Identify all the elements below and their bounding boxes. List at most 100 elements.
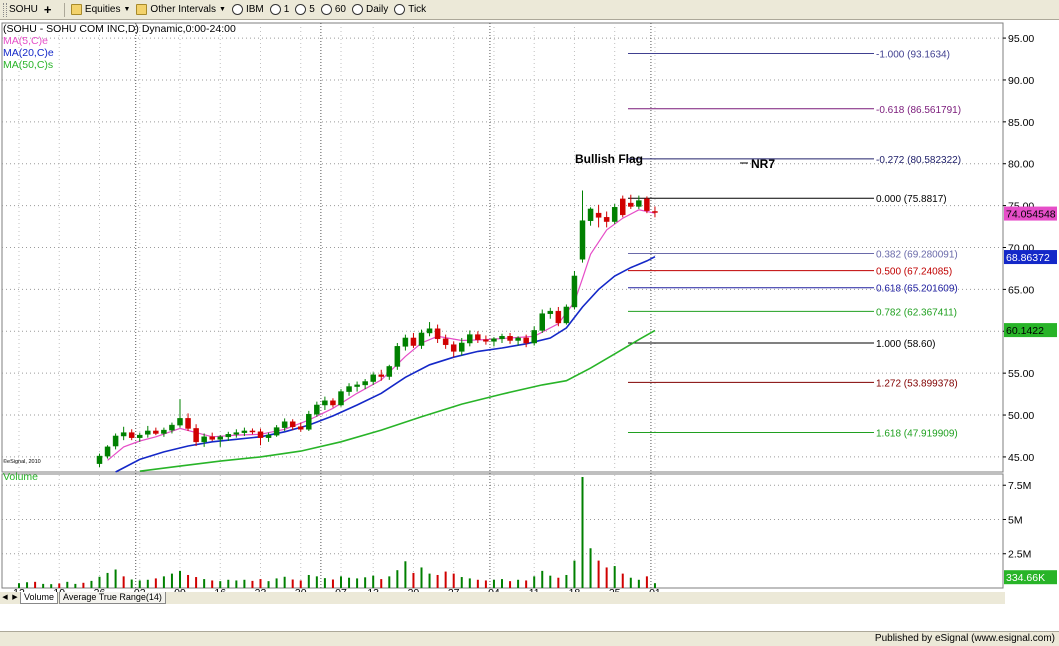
interval-1[interactable]: 1 [267,1,293,19]
interval-1-label: 1 [283,4,290,15]
fib-level-label: 0.500 (67.24085) [876,267,952,278]
price-tag-label: 74.054548 [1006,209,1056,221]
candle-body [507,336,513,341]
interval-tick-label: Tick [408,4,427,15]
other-intervals-menu[interactable]: Other Intervals ▼ [133,1,229,19]
fib-level-label: 0.382 (69.280091) [876,250,958,261]
fib-level-label: 1.272 (53.899378) [876,378,958,389]
candle-body [402,337,409,347]
volume-legend: Volume [3,471,38,483]
candle-body [450,344,457,352]
candle-body [346,386,352,392]
candle-body [386,366,393,377]
interval-5[interactable]: 5 [292,1,318,19]
candle-body [644,198,650,211]
candle-body [491,338,497,342]
symbol-entry[interactable]: SOHU [0,1,41,19]
candle-body [459,342,465,352]
candle-body [153,430,159,434]
candle-body [611,207,618,222]
fib-level-label: 0.000 (75.8817) [876,194,947,205]
interval-daily-label: Daily [365,4,389,15]
interval-icon [351,4,363,15]
copyright-label: ©eSignal, 2010 [3,458,41,465]
tab-scroll-left-icon[interactable]: ◀ [0,593,10,603]
candle-body [483,339,489,342]
candle-body [177,418,183,426]
equities-label: Equities [84,4,121,15]
candle-body [273,427,280,436]
price-tick-label: 95.00 [1008,33,1034,45]
candle-body [249,430,256,433]
pane-tab-bar: ◀ ▶ Volume Average True Range(14) [0,592,1005,604]
price-tick-label: 80.00 [1008,159,1034,171]
candle-body [112,435,119,447]
candle-body [241,430,248,433]
candle-body [370,374,376,382]
fib-level-label: -1.000 (93.1634) [876,49,950,60]
volume-tag-label: 334.66K [1006,572,1045,584]
fib-level-label: 0.782 (62.367411) [876,307,957,318]
price-tick-label: 45.00 [1008,452,1034,464]
interval-60-label: 60 [334,4,346,15]
interval-icon [320,4,332,15]
other-intervals-label: Other Intervals [150,4,217,15]
fib-level-label: -0.618 (86.561791) [876,105,961,116]
candle-body [378,374,384,377]
candle-body [620,198,626,216]
candle-body [128,432,135,438]
candle-body [467,334,473,344]
candle-body [314,404,320,415]
chart-title: (SOHU - SOHU COM INC,D) Dynamic,0:00-24:… [3,23,236,35]
candle-body [539,313,545,331]
interval-60[interactable]: 60 [318,1,349,19]
tab-volume[interactable]: Volume [20,592,59,604]
candle-body [579,220,586,260]
candle-body [193,428,199,443]
folder-icon [136,4,148,15]
volume-tick-label: 2.5M [1008,549,1031,561]
volume-pane-frame [1,473,1004,589]
publisher-credit: Published by eSignal (www.esignal.com) [874,633,1055,644]
candle-body [209,436,215,440]
price-tags: 74.054548 68.86372 60.1422 334.66K [1004,206,1057,585]
fib-level-label: 1.000 (58.60) [876,339,936,350]
candle-body [354,384,360,387]
price-tick-label: 55.00 [1008,368,1034,380]
tab-average-true-range[interactable]: Average True Range(14) [59,592,166,604]
price-tick-label: 90.00 [1008,75,1034,87]
interval-tick[interactable]: Tick [391,1,429,19]
candle-body [281,421,288,428]
caret-down-icon: ▼ [219,6,226,13]
candle-body [475,334,481,340]
candle-body [547,310,554,314]
candle-body [571,275,578,308]
candle-body [531,330,537,344]
toolbar: SOHU + Equities ▼ Other Intervals ▼ IBM … [0,0,1059,20]
candle-body [104,446,111,457]
equities-menu[interactable]: Equities ▼ [68,1,134,19]
interval-daily[interactable]: Daily [349,1,391,19]
add-button[interactable]: + [41,1,61,19]
price-chart[interactable]: -1.000 (93.1634) -0.618 (86.561791) -0.272… [0,20,1059,592]
fib-level-label: 1.618 (47.919909) [876,428,958,439]
candle-body [338,391,344,406]
grip-icon [3,2,7,17]
price-tick-label: 65.00 [1008,284,1034,296]
ma20-legend: MA(20,C)e [3,47,54,59]
interval-icon [394,4,406,15]
candle-body [96,455,103,464]
candle-body [185,418,191,429]
candle-body [410,337,417,346]
candle-body [515,337,521,341]
candle-body [434,328,441,340]
candle-body [563,306,570,324]
candle-body [362,381,368,386]
interval-ibm[interactable]: IBM [229,1,267,19]
candle-body [298,426,304,430]
candle-body [603,217,610,222]
ma5-legend: MA(5,C)e [3,35,48,47]
divider [63,2,65,17]
tab-scroll-right-icon[interactable]: ▶ [10,593,20,603]
candle-body [233,432,240,435]
